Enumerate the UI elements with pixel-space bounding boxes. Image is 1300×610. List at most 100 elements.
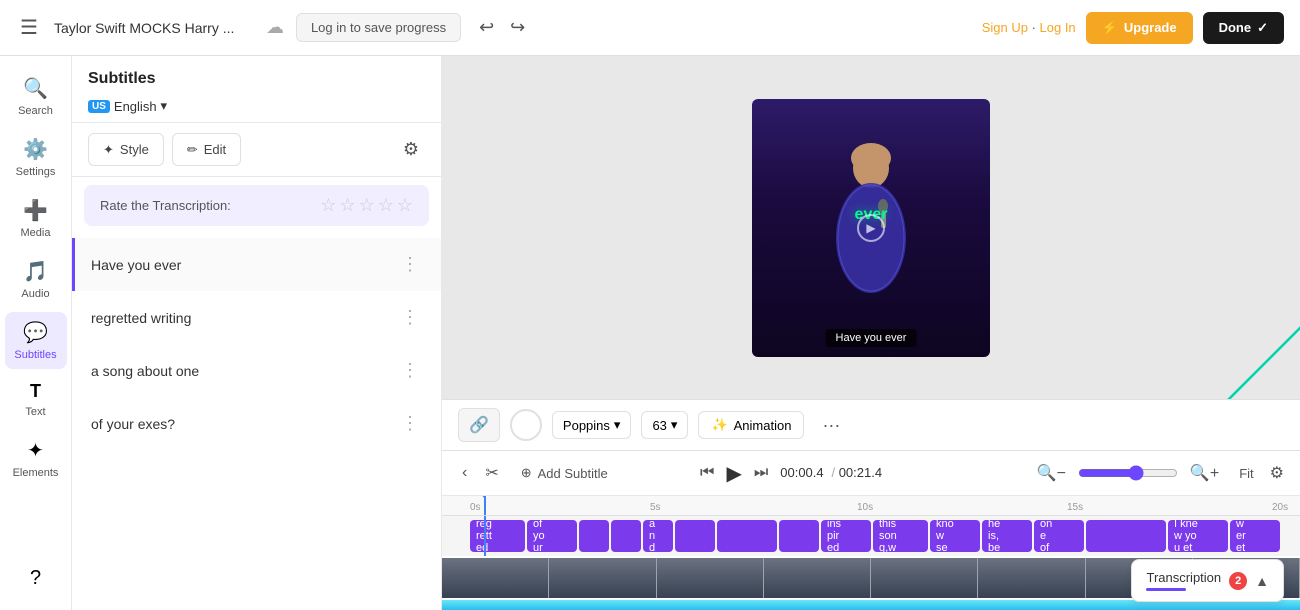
subtitle-item-1[interactable]: Have you ever ⋮ (72, 238, 441, 291)
video-thumb-4 (764, 558, 871, 598)
track-clip-8[interactable] (779, 520, 819, 552)
video-container: ever ▶ Have you ever (442, 56, 1300, 399)
subtitle-menu-2[interactable]: ⋮ (395, 305, 425, 330)
track-clip-4[interactable] (611, 520, 641, 552)
sidebar-item-subtitles[interactable]: 💬 Subtitles (5, 312, 67, 369)
track-clip-14[interactable] (1086, 520, 1166, 552)
playhead-triangle (478, 496, 490, 498)
star-2[interactable]: ☆ (339, 195, 355, 216)
more-options-button[interactable]: ··· (814, 411, 848, 440)
zoom-slider[interactable] (1078, 465, 1178, 481)
sidebar-item-settings[interactable]: ⚙️ Settings (5, 129, 67, 186)
zoom-out-button[interactable]: 🔍− (1033, 459, 1070, 487)
panel-settings-button[interactable]: ⚙ (397, 133, 425, 166)
zoom-in-button[interactable]: 🔍+ (1186, 459, 1223, 487)
fast-forward-button[interactable]: ⏭ (750, 460, 772, 486)
star-4[interactable]: ☆ (378, 195, 394, 216)
done-button[interactable]: Done ✓ (1203, 12, 1284, 44)
track-clip-2[interactable]: ofyour (527, 520, 577, 552)
transcription-underline (1146, 588, 1186, 591)
upgrade-button[interactable]: ⚡ Upgrade (1086, 12, 1193, 44)
track-clip-3[interactable] (579, 520, 609, 552)
help-icon: ? (30, 567, 41, 590)
sidebar-item-audio[interactable]: 🎵 Audio (5, 251, 67, 308)
style-button[interactable]: ✦ Style (88, 133, 164, 166)
timeline-settings-icon[interactable]: ⚙ (1270, 463, 1284, 483)
rewind-button[interactable]: ⏮ (696, 460, 718, 486)
edit-button[interactable]: ✏ Edit (172, 133, 241, 166)
animation-button[interactable]: ✨ Animation (698, 411, 804, 439)
play-circle[interactable]: ▶ (857, 214, 885, 242)
fit-button[interactable]: Fit (1231, 462, 1261, 485)
style-edit-bar: ✦ Style ✏ Edit ⚙ (72, 123, 441, 177)
timeline-controls: ‹ ✂ ⊕ Add Subtitle ⏮ ▶ ⏭ 00:00.4 / 00:21… (442, 451, 1300, 496)
subtitle-menu-3[interactable]: ⋮ (395, 358, 425, 383)
transcription-badge: 2 (1229, 572, 1247, 590)
ruler-15s: 15s (1067, 502, 1083, 513)
subtitle-list: Have you ever ⋮ regretted writing ⋮ a so… (72, 234, 441, 610)
edit-icon: ✏ (187, 142, 198, 158)
track-clip-16[interactable]: weret (1230, 520, 1280, 552)
sidebar-item-text[interactable]: T Text (5, 373, 67, 426)
video-title: Taylor Swift MOCKS Harry ... (54, 20, 254, 36)
subtitle-item-4[interactable]: of your exes? ⋮ (72, 397, 441, 450)
time-current: 00:00.4 / 00:21.4 (780, 465, 882, 481)
add-subtitle-button[interactable]: ⊕ Add Subtitle (513, 461, 616, 485)
track-clip-10[interactable]: thissong,w (873, 520, 928, 552)
subtitle-item-2[interactable]: regretted writing ⋮ (72, 291, 441, 344)
video-thumb-1 (442, 558, 549, 598)
track-clip-9[interactable]: inspired (821, 520, 871, 552)
subtitle-menu-4[interactable]: ⋮ (395, 411, 425, 436)
timeline-ruler: 0s 5s 10s 15s 20s (442, 496, 1300, 516)
back-button[interactable]: ‹ (458, 460, 471, 486)
signup-link[interactable]: Sign Up (982, 20, 1028, 35)
menu-button[interactable]: ☰ (16, 11, 42, 44)
color-circle[interactable] (510, 409, 542, 441)
star-1[interactable]: ☆ (320, 195, 336, 216)
transcription-panel: Transcription 2 ▲ (1131, 559, 1284, 602)
sidebar-item-search[interactable]: 🔍 Search (5, 68, 67, 125)
track-clip-13[interactable]: oneof (1034, 520, 1084, 552)
subtitle-item-3[interactable]: a song about one ⋮ (72, 344, 441, 397)
sidebar-item-elements[interactable]: ✦ Elements (5, 430, 67, 487)
sidebar-item-help[interactable]: ? (5, 559, 67, 598)
language-selector[interactable]: US English ▾ (88, 98, 425, 114)
track-clip-1[interactable]: regretted (470, 520, 525, 552)
star-5[interactable]: ☆ (397, 195, 413, 216)
track-clip-6[interactable] (675, 520, 715, 552)
undo-redo-group: ↩ ↪ (473, 11, 531, 44)
flag-label: US (88, 100, 110, 113)
subtitle-menu-1[interactable]: ⋮ (395, 252, 425, 277)
track-clip-5[interactable]: and (643, 520, 673, 552)
top-bar-actions: Sign Up · Log In ⚡ Upgrade Done ✓ (982, 12, 1284, 44)
scissors-button[interactable]: ✂ (481, 459, 502, 487)
playhead[interactable] (484, 496, 486, 515)
collapse-button[interactable]: ▲ (1255, 573, 1269, 589)
audio-icon: 🎵 (23, 259, 48, 284)
save-progress-button[interactable]: Log in to save progress (296, 13, 461, 42)
animation-icon: ✨ (711, 417, 727, 433)
cloud-icon: ☁ (266, 17, 284, 38)
timeline-area: ‹ ✂ ⊕ Add Subtitle ⏮ ▶ ⏭ 00:00.4 / 00:21… (442, 450, 1300, 610)
track-clip-11[interactable]: knowse (930, 520, 980, 552)
ruler-10s: 10s (857, 502, 873, 513)
track-clip-7[interactable] (717, 520, 777, 552)
font-selector[interactable]: Poppins ▾ (552, 411, 632, 439)
star-3[interactable]: ☆ (359, 195, 375, 216)
star-rating[interactable]: ☆ ☆ ☆ ☆ ☆ (320, 195, 413, 216)
media-icon: ➕ (23, 198, 48, 223)
link-button[interactable]: 🔗 (458, 408, 500, 442)
elements-icon: ✦ (27, 438, 44, 463)
play-button[interactable]: ▶ (726, 461, 741, 486)
sidebar-item-media[interactable]: ➕ Media (5, 190, 67, 247)
video-subtitle-bar: Have you ever (826, 329, 917, 347)
video-toolbar: 🔗 Poppins ▾ 63 ▾ ✨ Animation ··· (442, 399, 1300, 450)
login-link[interactable]: Log In (1040, 20, 1076, 35)
redo-button[interactable]: ↪ (504, 11, 531, 44)
track-clip-12[interactable]: heis,be (982, 520, 1032, 552)
size-selector[interactable]: 63 ▾ (641, 411, 688, 439)
timeline-track-area: 0s 5s 10s 15s 20s regrette (442, 496, 1300, 610)
top-bar: ☰ Taylor Swift MOCKS Harry ... ☁ Log in … (0, 0, 1300, 56)
undo-button[interactable]: ↩ (473, 11, 500, 44)
track-clip-15[interactable]: I knew you et (1168, 520, 1228, 552)
